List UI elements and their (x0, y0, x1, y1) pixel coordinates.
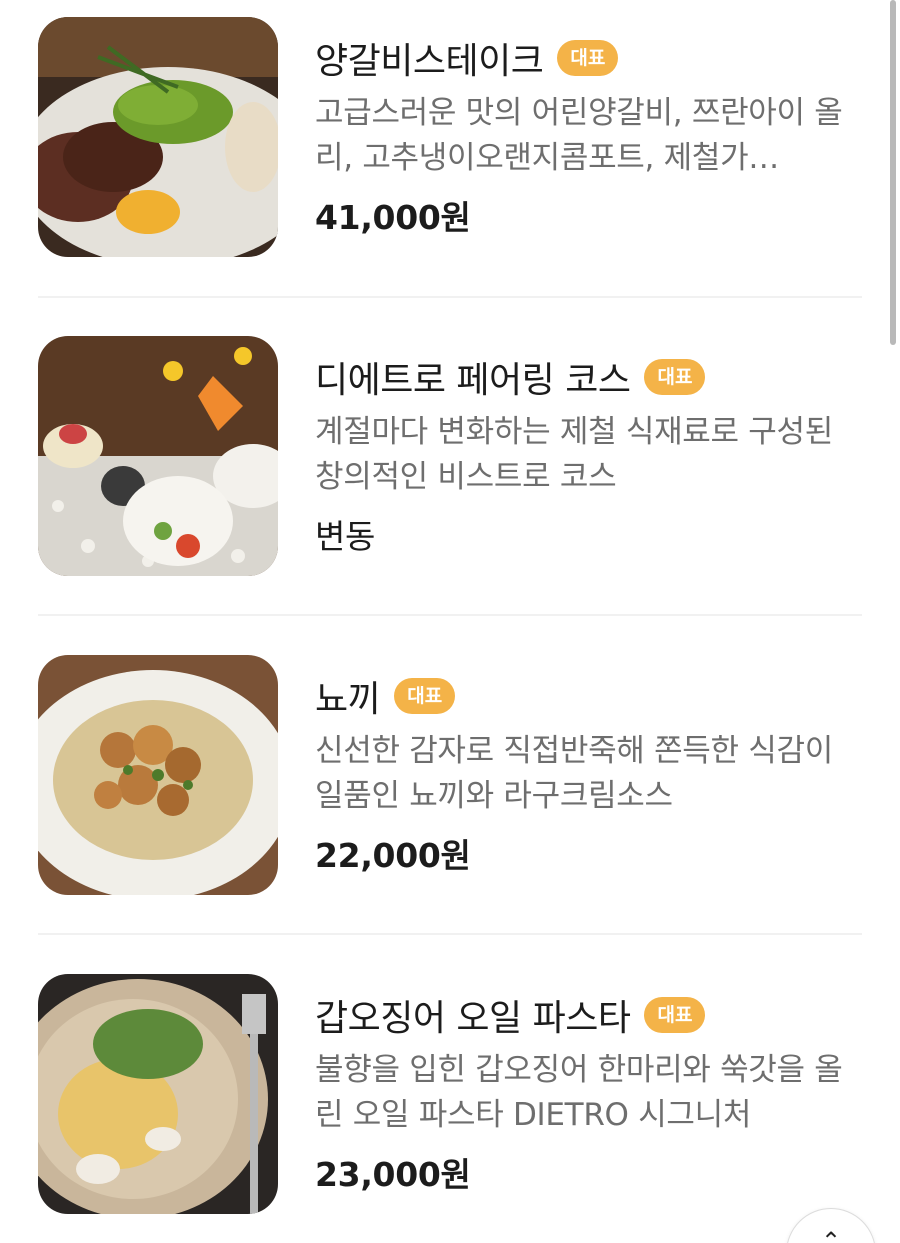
divider (38, 614, 862, 616)
menu-item-description: 불향을 입힌 갑오징어 한마리와 쑥갓을 올린 오일 파스타 DIETRO 시그… (315, 1052, 843, 1133)
menu-item-info: 디에트로 페어링 코스 대표 계절마다 변화하는 제철 식재료로 구성된 창의적… (315, 354, 862, 558)
menu-item-info: 갑오징어 오일 파스타 대표 불향을 입힌 갑오징어 한마리와 쑥갓을 올린 오… (315, 992, 862, 1196)
menu-item-photo[interactable] (38, 17, 278, 257)
menu-item-title-row: 디에트로 페어링 코스 대표 (315, 354, 862, 401)
scrollbar[interactable] (890, 0, 896, 345)
menu-item-photo[interactable] (38, 974, 278, 1214)
signature-badge: 대표 (644, 359, 706, 395)
menu-item-name: 갑오징어 오일 파스타 (315, 998, 631, 1039)
menu-item-name: 양갈비스테이크 (315, 41, 544, 82)
menu-item[interactable]: 양갈비스테이크 대표 고급스러운 맛의 어린양갈비, 쯔란아이 올리, 고추냉이… (38, 17, 862, 257)
menu-item-title-row: 갑오징어 오일 파스타 대표 (315, 992, 862, 1039)
menu-item[interactable]: 뇨끼 대표 신선한 감자로 직접반죽해 쫀득한 식감이 일품인 뇨끼와 라구크림… (38, 655, 862, 895)
menu-item-info: 뇨끼 대표 신선한 감자로 직접반죽해 쫀득한 식감이 일품인 뇨끼와 라구크림… (315, 673, 862, 877)
menu-item-description: 신선한 감자로 직접반죽해 쫀득한 식감이 일품인 뇨끼와 라구크림소스 (315, 733, 833, 814)
menu-item-photo[interactable] (38, 336, 278, 576)
menu-item-photo[interactable] (38, 655, 278, 895)
signature-badge: 대표 (557, 40, 619, 76)
menu-item-description: 계절마다 변화하는 제철 식재료로 구성된 창의적인 비스트로 코스 (315, 414, 833, 495)
menu-page: 양갈비스테이크 대표 고급스러운 맛의 어린양갈비, 쯔란아이 올리, 고추냉이… (0, 0, 900, 1243)
signature-badge: 대표 (394, 678, 456, 714)
menu-item[interactable]: 갑오징어 오일 파스타 대표 불향을 입힌 갑오징어 한마리와 쑥갓을 올린 오… (38, 974, 862, 1214)
menu-item-price: 41,000원 (315, 198, 471, 237)
signature-badge: 대표 (644, 997, 706, 1033)
menu-item[interactable]: 디에트로 페어링 코스 대표 계절마다 변화하는 제철 식재료로 구성된 창의적… (38, 336, 862, 576)
menu-item-price: 변동 (315, 517, 376, 556)
menu-item-title-row: 뇨끼 대표 (315, 673, 862, 720)
gnocchi-photo (38, 655, 278, 895)
menu-item-price: 23,000원 (315, 1155, 471, 1194)
menu-item-info: 양갈비스테이크 대표 고급스러운 맛의 어린양갈비, 쯔란아이 올리, 고추냉이… (315, 35, 862, 239)
divider (38, 296, 862, 298)
chevron-up-icon: ⌃ (820, 1227, 842, 1243)
menu-item-description: 고급스러운 맛의 어린양갈비, 쯔란아이 올리, 고추냉이오랜지콤포트, 제철가… (315, 95, 843, 176)
menu-item-name: 뇨끼 (315, 679, 381, 720)
squid-pasta-photo (38, 974, 278, 1214)
pairing-course-photo (38, 336, 278, 576)
lamb-steak-photo (38, 17, 278, 257)
divider (38, 933, 862, 935)
menu-item-title-row: 양갈비스테이크 대표 (315, 35, 862, 82)
menu-item-name: 디에트로 페어링 코스 (315, 360, 631, 401)
menu-item-price: 22,000원 (315, 836, 471, 875)
